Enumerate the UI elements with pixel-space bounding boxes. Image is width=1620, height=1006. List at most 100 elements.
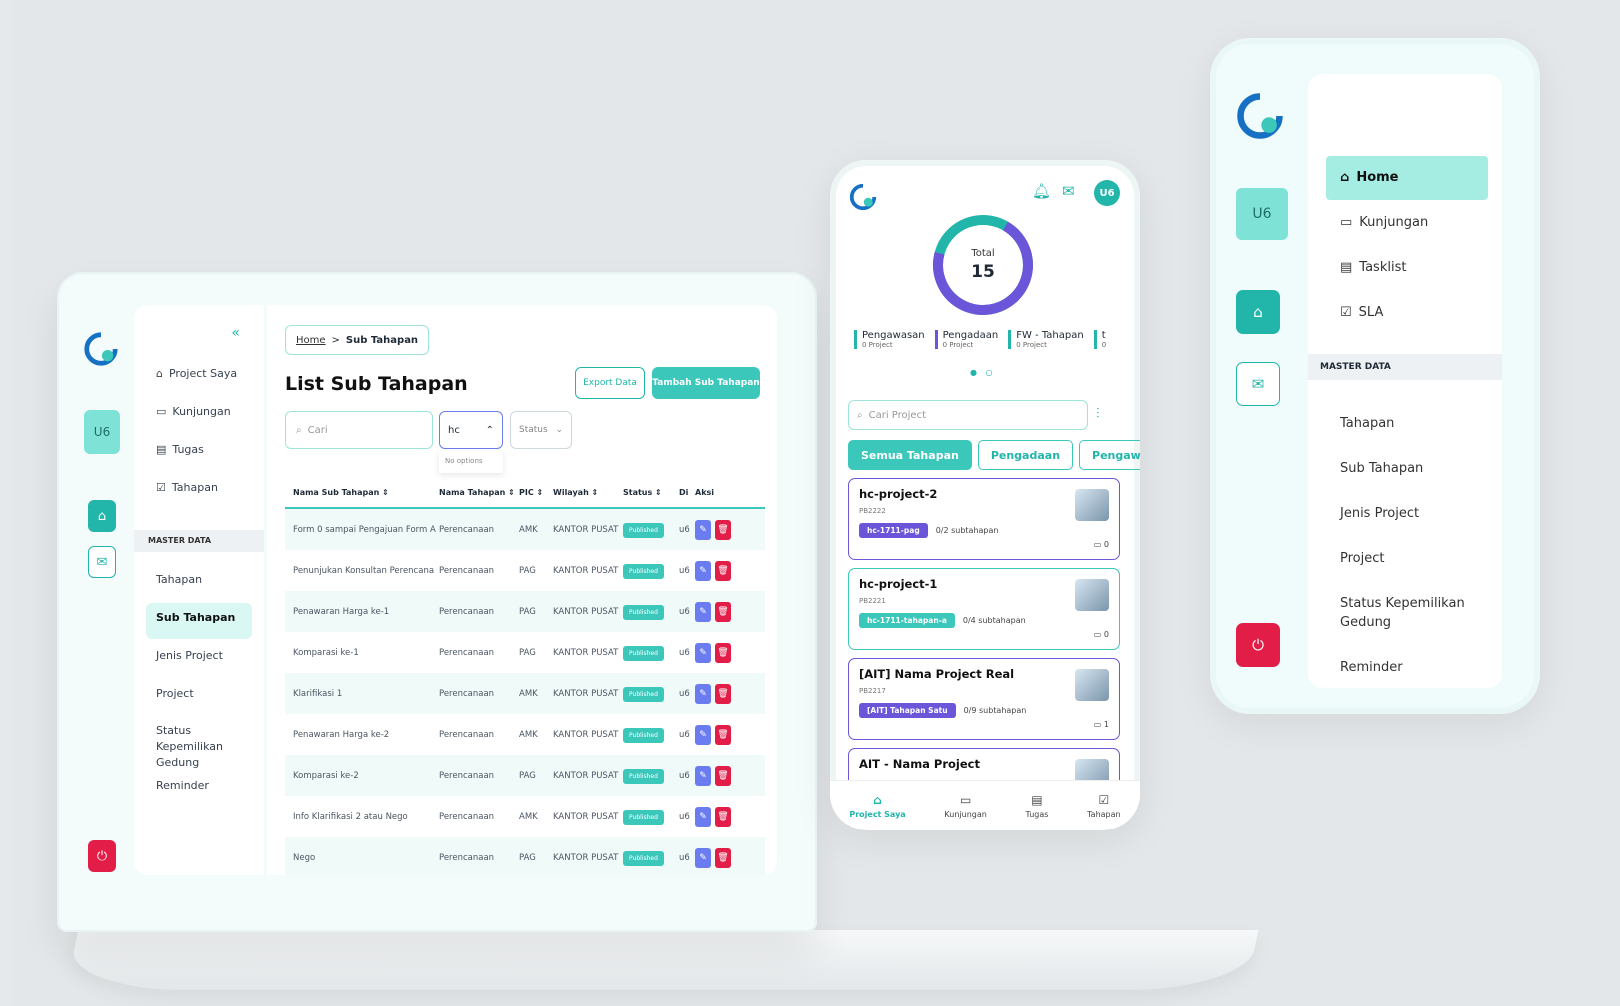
status-filter-select[interactable]: Status ⌄	[510, 411, 572, 449]
column-header[interactable]: Nama Tahapan ⇕	[439, 488, 519, 497]
project-card[interactable]: [AIT] Nama Project Real PB2217 [AIT] Tah…	[848, 658, 1120, 740]
donut-value: 15	[971, 262, 995, 282]
avatar[interactable]: U6	[1236, 188, 1288, 240]
menu-item-sla[interactable]: ☑ SLA	[1340, 305, 1383, 320]
edit-icon[interactable]: ✎	[695, 683, 711, 704]
column-header[interactable]: Nama Sub Tahapan ⇕	[285, 488, 439, 497]
add-sub-tahapan-button[interactable]: Tambah Sub Tahapan	[652, 367, 760, 399]
sidebar-item-project[interactable]: Project	[156, 687, 194, 700]
stat-sub: 0 Project	[942, 341, 974, 349]
checkbox-icon: ☑	[1340, 305, 1352, 320]
nav-project-saya[interactable]: ⌂ Project Saya	[849, 793, 905, 819]
mail-icon[interactable]: ✉	[1236, 362, 1280, 406]
menu-item-tasklist[interactable]: ▤ Tasklist	[1340, 260, 1406, 275]
project-search-input[interactable]: ⌕ Cari Project	[848, 400, 1088, 430]
stat-pengawasan[interactable]: Pengawasan 0 Project	[854, 330, 925, 349]
column-header[interactable]: Status ⇕	[623, 488, 679, 497]
edit-icon[interactable]: ✎	[695, 560, 711, 581]
project-card[interactable]: hc-project-1 PB2221 hc-1711-tahapan-a 0/4…	[848, 568, 1120, 650]
avatar[interactable]: U6	[84, 410, 120, 454]
stat-partial[interactable]: t0	[1093, 330, 1107, 349]
stat-sub: 0	[1101, 341, 1107, 349]
column-header[interactable]: PIC ⇕	[519, 488, 553, 497]
table-row[interactable]: Penawaran Harga ke-2 Perencanaan AMK KANTOR…	[285, 714, 765, 755]
delete-icon[interactable]: 🗑︎	[715, 601, 731, 622]
status-badge-cell: Published	[623, 604, 679, 620]
table-cell: Penawaran Harga ke-1	[293, 606, 390, 617]
sidebar-item-project-saya[interactable]: ⌂ Project Saya	[156, 367, 237, 380]
sidebar-item-status-kepemilikan[interactable]: Status Kepemilikan Gedung	[156, 723, 256, 771]
chip-semua-tahapan[interactable]: Semua Tahapan	[848, 440, 972, 470]
menu-item-jenis-project[interactable]: Jenis Project	[1340, 504, 1490, 523]
tahapan-filter-select[interactable]: hc ⌃	[439, 411, 503, 449]
home-icon[interactable]: ⌂	[1236, 290, 1280, 334]
delete-icon[interactable]: 🗑︎	[715, 847, 731, 868]
stat-pengadaan[interactable]: Pengadaan 0 Project	[934, 330, 998, 349]
table-row[interactable]: Nego Perencanaan PAG KANTOR PUSAT Published u…	[285, 837, 765, 875]
mail-icon[interactable]: ✉	[88, 546, 116, 578]
column-header[interactable]: Wilayah ⇕	[553, 488, 623, 497]
sidebar-item-sub-tahapan[interactable]: Sub Tahapan	[156, 611, 235, 624]
table-cell: KANTOR PUSAT	[553, 729, 619, 740]
menu-item-sub-tahapan[interactable]: Sub Tahapan	[1340, 459, 1490, 478]
avatar[interactable]: U6	[1094, 180, 1120, 206]
delete-icon[interactable]: 🗑︎	[715, 806, 731, 827]
table-row[interactable]: Klarifikasi 1 Perencanaan AMK KANTOR PUSAT P…	[285, 673, 765, 714]
logout-icon[interactable]: ⏻	[88, 840, 116, 872]
nav-kunjungan[interactable]: ▭ Kunjungan	[944, 793, 986, 819]
delete-icon[interactable]: 🗑︎	[715, 560, 731, 581]
filter-sliders-icon[interactable]: ⫶	[1096, 406, 1100, 422]
sidebar-item-tahapan[interactable]: ☑ Tahapan	[156, 481, 218, 494]
delete-icon[interactable]: 🗑︎	[715, 642, 731, 663]
inbox-icon[interactable]: ✉	[1062, 182, 1075, 200]
table-row[interactable]: Info Klarifikasi 2 atau Nego Perencanaan A…	[285, 796, 765, 837]
sidebar-item-kunjungan[interactable]: ▭ Kunjungan	[156, 405, 231, 418]
home-icon[interactable]: ⌂	[88, 500, 116, 532]
carousel-dots[interactable]: ● ○	[970, 368, 996, 377]
table-cell: Info Klarifikasi 2 atau Nego	[293, 811, 408, 822]
sidebar-item-tugas[interactable]: ▤ Tugas	[156, 443, 204, 456]
chip-pengawasan[interactable]: Pengaw	[1079, 440, 1140, 470]
stat-fw-tahapan[interactable]: FW - Tahapan 0 Project	[1008, 330, 1084, 349]
search-input[interactable]: ⌕ Cari	[285, 411, 433, 449]
menu-item-project[interactable]: Project	[1340, 549, 1490, 568]
logout-icon[interactable]: ⏻	[1236, 623, 1280, 667]
menu-item-status-kepemilikan[interactable]: Status Kepemilikan Gedung	[1340, 594, 1490, 632]
delete-icon[interactable]: 🗑︎	[715, 519, 731, 540]
delete-icon[interactable]: 🗑︎	[715, 683, 731, 704]
table-row[interactable]: Komparasi ke-1 Perencanaan PAG KANTOR PUSAT…	[285, 632, 765, 673]
sidebar-item-tahapan-master[interactable]: Tahapan	[156, 573, 202, 586]
project-card[interactable]: hc-project-2 PB2222 hc-1711-pag 0/2 subta…	[848, 478, 1120, 560]
export-data-button[interactable]: Export Data	[575, 367, 645, 399]
menu-item-reminder[interactable]: Reminder	[1340, 658, 1490, 677]
edit-icon[interactable]: ✎	[695, 601, 711, 622]
menu-item-kunjungan[interactable]: ▭ Kunjungan	[1340, 215, 1428, 230]
delete-icon[interactable]: 🗑︎	[715, 765, 731, 786]
master-data-heading: MASTER DATA	[1308, 354, 1502, 380]
nav-tugas[interactable]: ▤ Tugas	[1026, 793, 1049, 819]
edit-icon[interactable]: ✎	[695, 724, 711, 745]
edit-icon[interactable]: ✎	[695, 642, 711, 663]
collapse-sidebar-icon[interactable]: «	[231, 325, 240, 341]
chip-pengadaan[interactable]: Pengadaan	[977, 440, 1074, 470]
bell-icon[interactable]: 🔔︎	[1032, 182, 1051, 200]
nav-tahapan[interactable]: ☑ Tahapan	[1087, 793, 1121, 819]
edit-icon[interactable]: ✎	[695, 765, 711, 786]
laptop-main-content: Home > Sub Tahapan List Sub Tahapan Expo…	[267, 305, 777, 875]
laptop-icon-rail: U6 ⌂ ✉ ⏻	[72, 300, 132, 900]
comment-count: ▭ 0	[1093, 540, 1109, 549]
table-row[interactable]: Penunjukan Konsultan Perencana Perencanaa…	[285, 550, 765, 591]
menu-item-home[interactable]: ⌂ Home	[1340, 170, 1399, 185]
edit-icon[interactable]: ✎	[695, 519, 711, 540]
breadcrumb-home-link[interactable]: Home	[296, 335, 326, 346]
table-cell: Perencanaan	[439, 524, 495, 535]
edit-icon[interactable]: ✎	[695, 847, 711, 868]
menu-item-tahapan[interactable]: Tahapan	[1340, 414, 1490, 433]
delete-icon[interactable]: 🗑︎	[715, 724, 731, 745]
sidebar-item-jenis-project[interactable]: Jenis Project	[156, 649, 223, 662]
table-row[interactable]: Form 0 sampai Pengajuan Form A Perencanaa…	[285, 509, 765, 550]
edit-icon[interactable]: ✎	[695, 806, 711, 827]
sidebar-item-reminder[interactable]: Reminder	[156, 779, 209, 792]
table-row[interactable]: Komparasi ke-2 Perencanaan PAG KANTOR PUSAT…	[285, 755, 765, 796]
table-row[interactable]: Penawaran Harga ke-1 Perencanaan PAG KANTOR…	[285, 591, 765, 632]
